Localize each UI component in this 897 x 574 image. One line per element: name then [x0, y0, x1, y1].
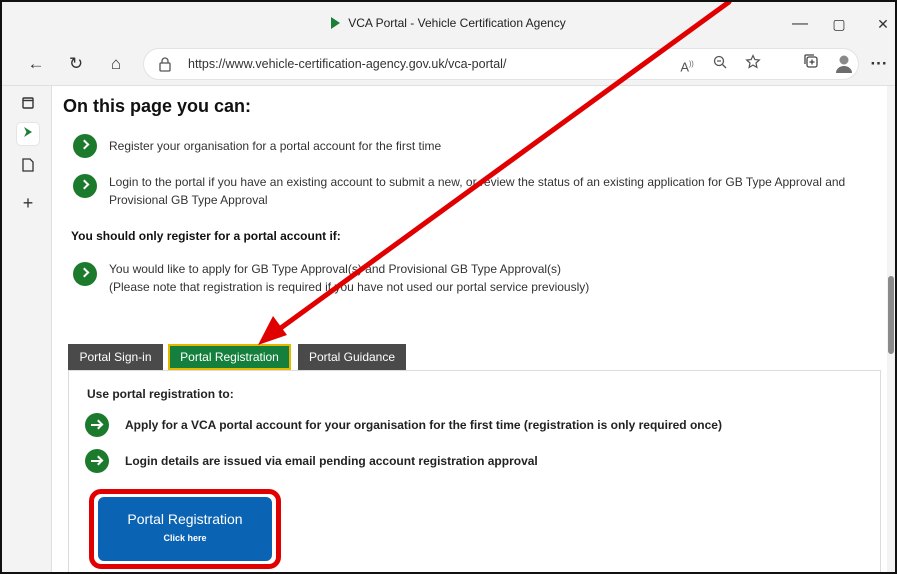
- back-button[interactable]: ←: [22, 52, 50, 76]
- tab-portal-guidance[interactable]: Portal Guidance: [298, 344, 406, 370]
- scrollbar-thumb[interactable]: [888, 276, 894, 354]
- list-item-text: You would like to apply for GB Type Appr…: [109, 260, 879, 296]
- zoom-icon[interactable]: [709, 54, 731, 76]
- favorites-icon[interactable]: [742, 54, 764, 76]
- list-item-line: You would like to apply for GB Type Appr…: [109, 262, 562, 276]
- vca-favicon-icon: [331, 17, 341, 29]
- url-text[interactable]: https://www.vehicle-certification-agency…: [188, 57, 506, 71]
- list-item-text: Login details are issued via email pendi…: [125, 454, 538, 468]
- chevron-circle-icon: [73, 174, 97, 198]
- close-button[interactable]: ✕: [868, 12, 895, 36]
- register-if-heading: You should only register for a portal ac…: [71, 229, 341, 243]
- arrow-circle-icon: [85, 413, 109, 437]
- add-icon[interactable]: +: [17, 192, 39, 214]
- home-button[interactable]: ⌂: [102, 52, 130, 76]
- list-item-text: Apply for a VCA portal account for your …: [125, 418, 722, 432]
- lock-icon: [159, 57, 171, 72]
- portal-registration-button-sublabel: Click here: [163, 533, 207, 543]
- window-title: VCA Portal - Vehicle Certification Agenc…: [2, 16, 895, 30]
- portal-registration-button-label: Portal Registration: [127, 511, 243, 527]
- minimize-button[interactable]: —: [785, 12, 815, 36]
- browser-sidebar: +: [2, 86, 52, 572]
- more-icon[interactable]: ···: [865, 52, 893, 76]
- collections-icon[interactable]: [797, 52, 825, 76]
- panel-label: Use portal registration to:: [87, 387, 234, 401]
- page-icon[interactable]: [17, 157, 39, 179]
- portal-registration-button[interactable]: Portal Registration Click here: [98, 497, 272, 561]
- list-item-line: (Please note that registration is requir…: [109, 280, 590, 294]
- tab-portal-registration[interactable]: Portal Registration: [168, 344, 291, 370]
- page-heading: On this page you can:: [63, 96, 252, 116]
- portal-registration-panel: Use portal registration to: Apply for a …: [68, 370, 881, 572]
- vca-favicon-icon[interactable]: [17, 123, 39, 145]
- read-aloud-icon[interactable]: A)): [676, 54, 698, 76]
- address-bar[interactable]: https://www.vehicle-certification-agency…: [143, 48, 859, 80]
- refresh-button[interactable]: ↻: [62, 52, 90, 76]
- arrow-circle-icon: [85, 449, 109, 473]
- browser-window: VCA Portal - Vehicle Certification Agenc…: [0, 0, 897, 574]
- profile-icon[interactable]: [830, 52, 858, 76]
- page-content: On this page you can: Register your orga…: [53, 86, 891, 572]
- navigation-bar: ← ↻ ⌂ https://www.vehicle-certification-…: [2, 42, 895, 86]
- scrollbar[interactable]: [887, 86, 895, 572]
- list-item-text: Register your organisation for a portal …: [109, 139, 442, 153]
- chevron-circle-icon: [73, 262, 97, 286]
- tab-actions-icon[interactable]: [17, 94, 39, 116]
- title-bar: VCA Portal - Vehicle Certification Agenc…: [2, 2, 895, 42]
- tab-portal-sign-in[interactable]: Portal Sign-in: [68, 344, 163, 370]
- window-title-text: VCA Portal - Vehicle Certification Agenc…: [348, 16, 566, 30]
- maximize-button[interactable]: ▢: [824, 12, 854, 36]
- chevron-circle-icon: [73, 134, 97, 158]
- list-item-text: Login to the portal if you have an exist…: [109, 175, 846, 207]
